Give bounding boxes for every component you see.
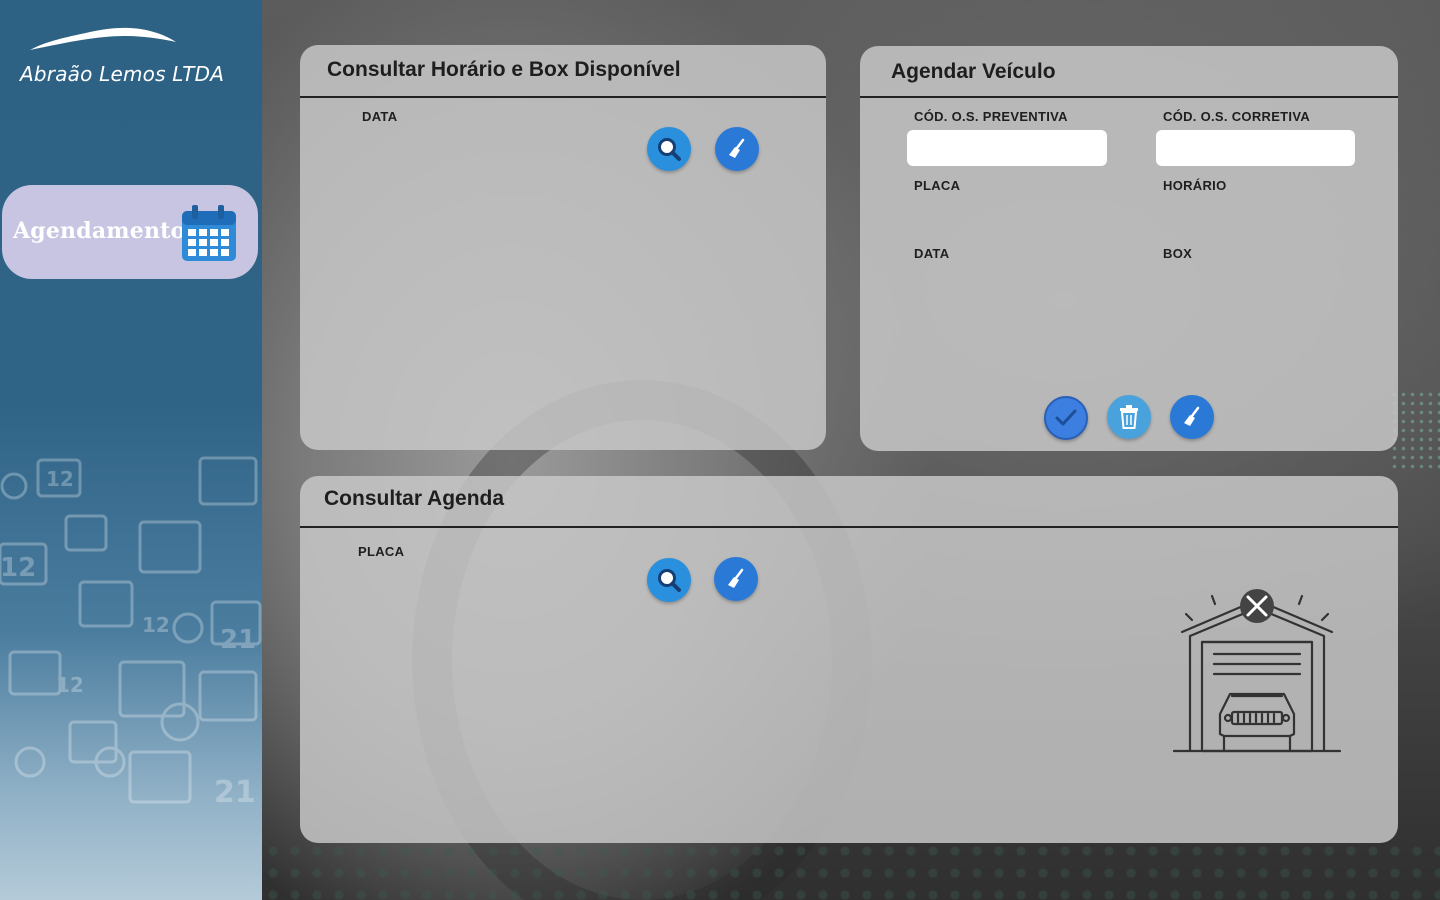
consultar-horario-panel: Consultar Horário e Box Disponível DATA bbox=[300, 45, 826, 450]
svg-text:12: 12 bbox=[142, 613, 170, 637]
agendar-veiculo-panel: Agendar Veículo CÓD. O.S. PREVENTIVA CÓD… bbox=[860, 46, 1398, 451]
car-silhouette-icon bbox=[30, 27, 176, 50]
consultar-agenda-panel: Consultar Agenda PLACA bbox=[300, 476, 1398, 843]
cod-corretiva-input[interactable] bbox=[1156, 130, 1355, 166]
data-label: DATA bbox=[914, 246, 950, 261]
svg-text:12: 12 bbox=[56, 673, 84, 697]
calendar-pattern-decoration: 12 12 12 12 21 21 bbox=[0, 452, 262, 812]
cod-preventiva-label: CÓD. O.S. PREVENTIVA bbox=[914, 109, 1068, 124]
broom-icon bbox=[1184, 406, 1200, 426]
search-button[interactable] bbox=[647, 558, 691, 602]
panel-title: Consultar Agenda bbox=[324, 487, 505, 510]
horario-label: HORÁRIO bbox=[1163, 178, 1227, 193]
panel-title: Consultar Horário e Box Disponível bbox=[327, 58, 681, 81]
search-icon bbox=[658, 138, 681, 161]
placa-label: PLACA bbox=[358, 544, 405, 559]
box-label: BOX bbox=[1163, 246, 1193, 261]
garage-icon bbox=[1172, 586, 1342, 760]
data-label: DATA bbox=[362, 109, 398, 124]
sidebar-item-label: Agendamento bbox=[13, 218, 186, 244]
cod-preventiva-input[interactable] bbox=[907, 130, 1107, 166]
clear-button[interactable] bbox=[1170, 395, 1214, 439]
check-icon bbox=[1055, 409, 1077, 426]
trash-icon bbox=[1120, 405, 1138, 429]
company-logo: Abraão Lemos LTDA bbox=[20, 26, 240, 88]
confirm-button[interactable] bbox=[1044, 396, 1088, 440]
panel-divider bbox=[300, 96, 826, 98]
svg-text:21: 21 bbox=[220, 625, 256, 655]
placa-label: PLACA bbox=[914, 178, 961, 193]
clear-button[interactable] bbox=[715, 127, 759, 171]
calendar-icon bbox=[180, 203, 238, 267]
broom-icon bbox=[728, 568, 744, 588]
svg-text:21: 21 bbox=[214, 775, 256, 810]
panel-divider bbox=[860, 96, 1398, 98]
search-icon bbox=[658, 569, 681, 592]
panel-title: Agendar Veículo bbox=[891, 60, 1056, 83]
search-button[interactable] bbox=[647, 127, 691, 171]
cod-corretiva-label: CÓD. O.S. CORRETIVA bbox=[1163, 109, 1311, 124]
dot-pattern-decoration bbox=[262, 840, 1440, 900]
delete-button[interactable] bbox=[1107, 395, 1151, 439]
panel-divider bbox=[300, 526, 1398, 528]
sidebar: Abraão Lemos LTDA Agendamento 12 12 12 1… bbox=[0, 0, 262, 900]
svg-text:12: 12 bbox=[46, 467, 74, 491]
broom-icon bbox=[729, 138, 745, 158]
clear-button[interactable] bbox=[714, 557, 758, 601]
svg-text:12: 12 bbox=[0, 553, 36, 583]
sidebar-item-agendamento[interactable]: Agendamento bbox=[2, 185, 258, 279]
brand-name: Abraão Lemos LTDA bbox=[20, 62, 225, 86]
